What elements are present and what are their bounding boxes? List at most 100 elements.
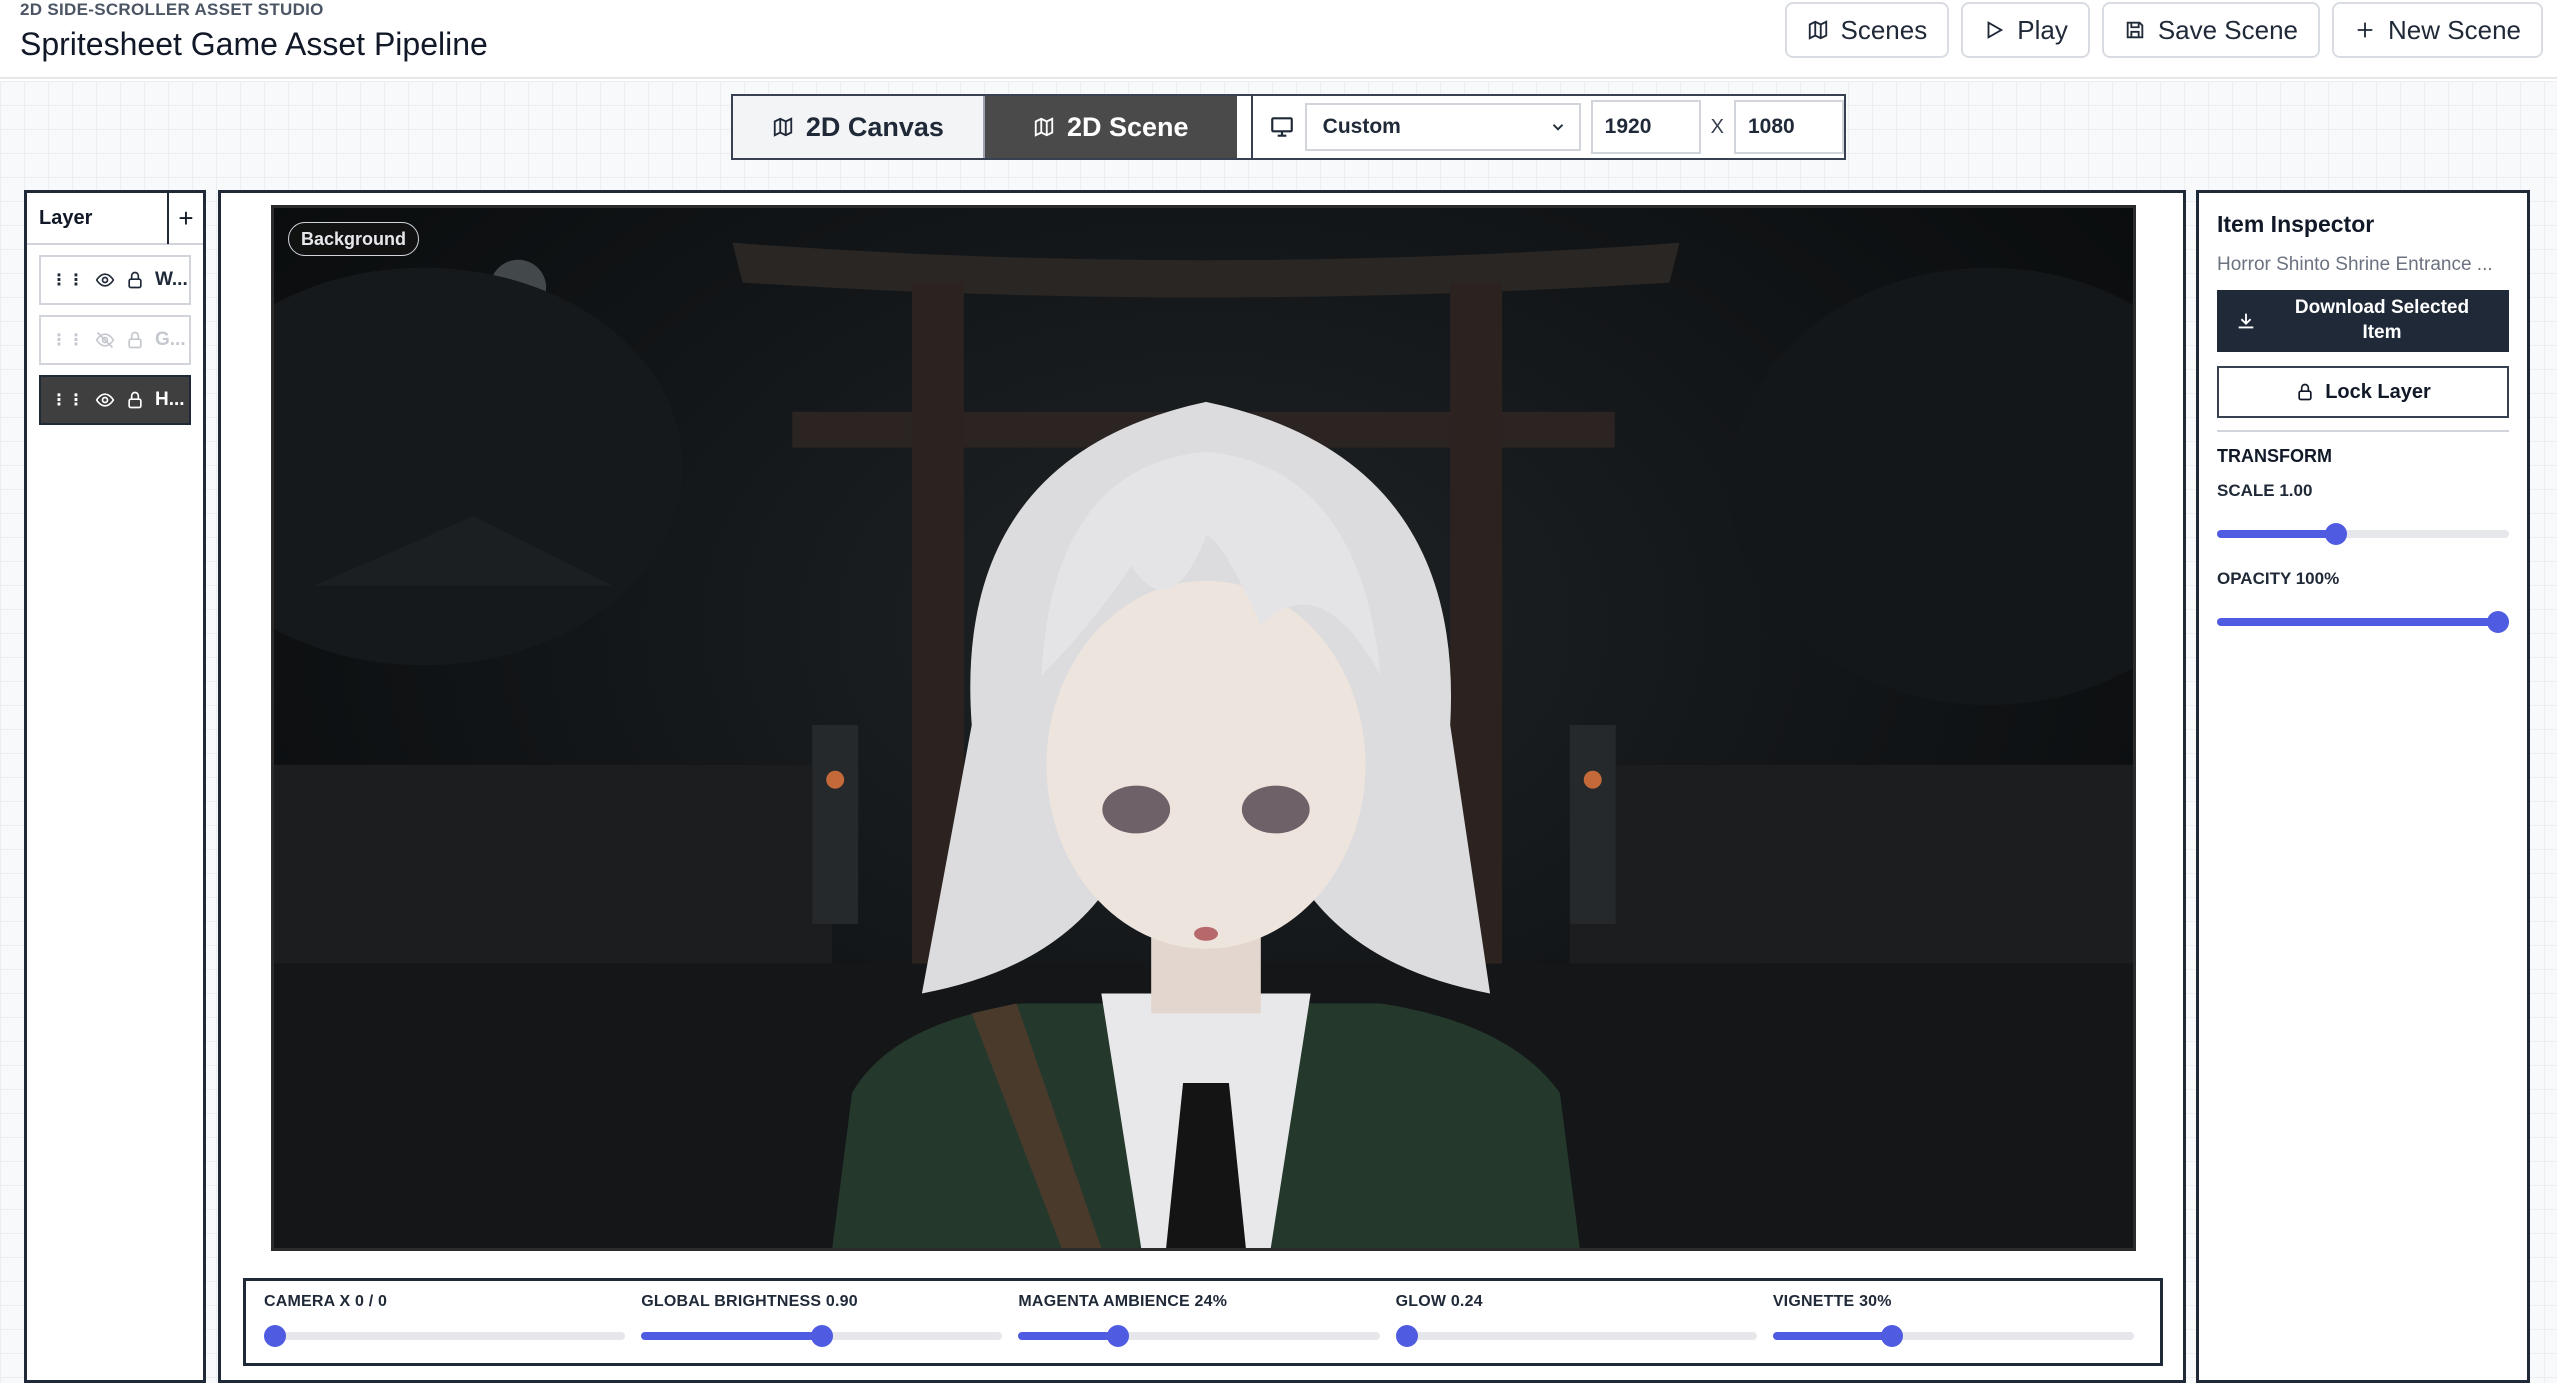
map-icon bbox=[1034, 117, 1054, 137]
drag-handle-icon[interactable]: ⋮⋮ bbox=[51, 270, 85, 290]
download-icon bbox=[2238, 313, 2254, 329]
download-selected-button[interactable]: Download Selected Item bbox=[2217, 290, 2509, 352]
play-icon bbox=[1987, 21, 2004, 39]
layer-item[interactable]: ⋮⋮ W... bbox=[39, 255, 191, 305]
lantern-light bbox=[826, 770, 845, 789]
layer-item[interactable]: ⋮⋮ H... bbox=[39, 375, 191, 425]
drag-handle-icon[interactable]: ⋮⋮ bbox=[51, 390, 85, 410]
effects-bar: CAMERA X 0 / 0 GLOBAL BRIGHTNESS 0.90 MA… bbox=[243, 1278, 2163, 1366]
play-button[interactable]: Play bbox=[1961, 2, 2090, 58]
character-eye-right bbox=[1241, 785, 1310, 834]
transform-section-label: TRANSFORM bbox=[2217, 446, 2332, 466]
scenes-button[interactable]: Scenes bbox=[1784, 2, 1950, 58]
slider-thumb[interactable] bbox=[2325, 523, 2347, 545]
app-header: 2D SIDE-SCROLLER ASSET STUDIO Spriteshee… bbox=[0, 0, 2557, 79]
slider-thumb[interactable] bbox=[2487, 611, 2509, 633]
brightness-slider[interactable] bbox=[641, 1323, 1003, 1349]
slider-thumb[interactable] bbox=[810, 1325, 833, 1347]
slider-thumb[interactable] bbox=[264, 1325, 286, 1347]
vignette-control: VIGNETTE 30% bbox=[1769, 1281, 2146, 1363]
tab-2d-canvas[interactable]: 2D Canvas bbox=[733, 96, 985, 158]
map-icon bbox=[773, 117, 793, 137]
lock-icon bbox=[2298, 383, 2312, 401]
slider-track bbox=[1395, 1332, 1757, 1340]
camera-control: CAMERA X 0 / 0 bbox=[260, 1281, 637, 1363]
new-scene-button-label: New Scene bbox=[2388, 14, 2521, 45]
resolution-preset-value: Custom bbox=[1322, 115, 1401, 138]
save-scene-button[interactable]: Save Scene bbox=[2101, 2, 2321, 58]
magenta-ambience-control: MAGENTA AMBIENCE 24% bbox=[1014, 1281, 1391, 1363]
tree-silhouette bbox=[1729, 267, 2133, 706]
layer-panel: Layer + ⋮⋮ W... ⋮⋮ G... ⋮⋮ H... bbox=[24, 190, 206, 1383]
header-actions: Scenes Play Save Scene New Scene bbox=[1784, 2, 2543, 58]
scale-slider[interactable] bbox=[2217, 521, 2509, 547]
mode-toolbar: 2D Canvas 2D Scene Custom 1920 X 1080 bbox=[731, 94, 1846, 160]
camera-slider[interactable] bbox=[264, 1323, 626, 1349]
lock-icon[interactable] bbox=[125, 390, 145, 410]
inspector-title: Item Inspector bbox=[2217, 211, 2375, 237]
slider-fill bbox=[1772, 1332, 1889, 1340]
opacity-label: OPACITY 100% bbox=[2217, 569, 2340, 588]
slider-fill bbox=[2217, 530, 2334, 538]
scene-viewport[interactable]: Background bbox=[271, 205, 2136, 1251]
character-mouth bbox=[1194, 926, 1218, 941]
eye-icon[interactable] bbox=[95, 270, 115, 290]
slider-thumb[interactable] bbox=[1395, 1325, 1418, 1347]
scene-artwork bbox=[274, 242, 2133, 1248]
resolution-height-input[interactable]: 1080 bbox=[1734, 100, 1844, 154]
resolution-group: Custom 1920 X 1080 bbox=[1236, 96, 1844, 158]
scenes-button-label: Scenes bbox=[1840, 14, 1928, 45]
save-icon bbox=[2126, 21, 2144, 39]
play-button-label: Play bbox=[2017, 14, 2068, 45]
slider-track bbox=[264, 1332, 626, 1340]
tab-2d-scene-label: 2D Scene bbox=[1066, 111, 1189, 142]
character-eye-left bbox=[1102, 785, 1171, 834]
scale-label: SCALE 1.00 bbox=[2217, 481, 2313, 500]
layer-panel-title: Layer bbox=[39, 206, 93, 229]
lock-layer-label: Lock Layer bbox=[2325, 380, 2431, 403]
scene-stage: Background CAMERA X 0 / 0 GLOBAL BRIGHTN… bbox=[218, 190, 2186, 1383]
page-title: Spritesheet Game Asset Pipeline bbox=[20, 26, 488, 62]
slider-fill bbox=[1018, 1332, 1113, 1340]
glow-label: GLOW 0.24 bbox=[1395, 1293, 1483, 1310]
magenta-ambience-label: MAGENTA AMBIENCE 24% bbox=[1018, 1293, 1228, 1310]
lantern-light bbox=[1583, 770, 1602, 789]
lock-icon[interactable] bbox=[125, 330, 145, 350]
glow-control: GLOW 0.24 bbox=[1392, 1281, 1769, 1363]
map-icon bbox=[1808, 20, 1827, 40]
layer-item-label: G... bbox=[155, 329, 186, 350]
inspector-divider bbox=[2217, 430, 2509, 432]
tab-2d-scene[interactable]: 2D Scene bbox=[984, 96, 1237, 158]
vignette-slider[interactable] bbox=[1772, 1323, 2135, 1349]
background-badge: Background bbox=[288, 222, 420, 256]
resolution-width-input[interactable]: 1920 bbox=[1590, 100, 1701, 154]
new-scene-button[interactable]: New Scene bbox=[2332, 2, 2543, 58]
slider-thumb[interactable] bbox=[1106, 1325, 1129, 1347]
brightness-label: GLOBAL BRIGHTNESS 0.90 bbox=[641, 1293, 858, 1310]
slider-fill bbox=[641, 1332, 822, 1340]
opacity-slider[interactable] bbox=[2217, 609, 2509, 635]
character-face bbox=[1046, 580, 1366, 949]
lock-layer-button[interactable]: Lock Layer bbox=[2217, 366, 2509, 418]
resolution-preset-select[interactable]: Custom bbox=[1304, 103, 1581, 151]
chevron-down-icon bbox=[1552, 124, 1563, 131]
resolution-separator: X bbox=[1710, 115, 1724, 138]
tab-2d-canvas-label: 2D Canvas bbox=[805, 111, 944, 142]
glow-slider[interactable] bbox=[1395, 1323, 1757, 1349]
download-selected-label: Download Selected Item bbox=[2294, 297, 2470, 343]
selected-item-name: Horror Shinto Shrine Entrance ... bbox=[2217, 254, 2493, 275]
drag-handle-icon[interactable]: ⋮⋮ bbox=[51, 330, 85, 350]
studio-label: 2D SIDE-SCROLLER ASSET STUDIO bbox=[20, 0, 324, 19]
layer-item[interactable]: ⋮⋮ G... bbox=[39, 315, 191, 365]
add-layer-button[interactable]: + bbox=[167, 192, 203, 244]
monitor-icon bbox=[1270, 117, 1293, 137]
magenta-ambience-slider[interactable] bbox=[1018, 1323, 1380, 1349]
eye-icon[interactable] bbox=[95, 390, 115, 410]
camera-label: CAMERA X 0 / 0 bbox=[264, 1293, 388, 1310]
slider-thumb[interactable] bbox=[1881, 1325, 1904, 1347]
lock-icon[interactable] bbox=[125, 270, 145, 290]
item-inspector: Item Inspector Horror Shinto Shrine Entr… bbox=[2196, 190, 2530, 1383]
vignette-label: VIGNETTE 30% bbox=[1772, 1293, 1892, 1310]
tree-silhouette bbox=[274, 267, 683, 666]
eye-off-icon[interactable] bbox=[95, 330, 115, 350]
